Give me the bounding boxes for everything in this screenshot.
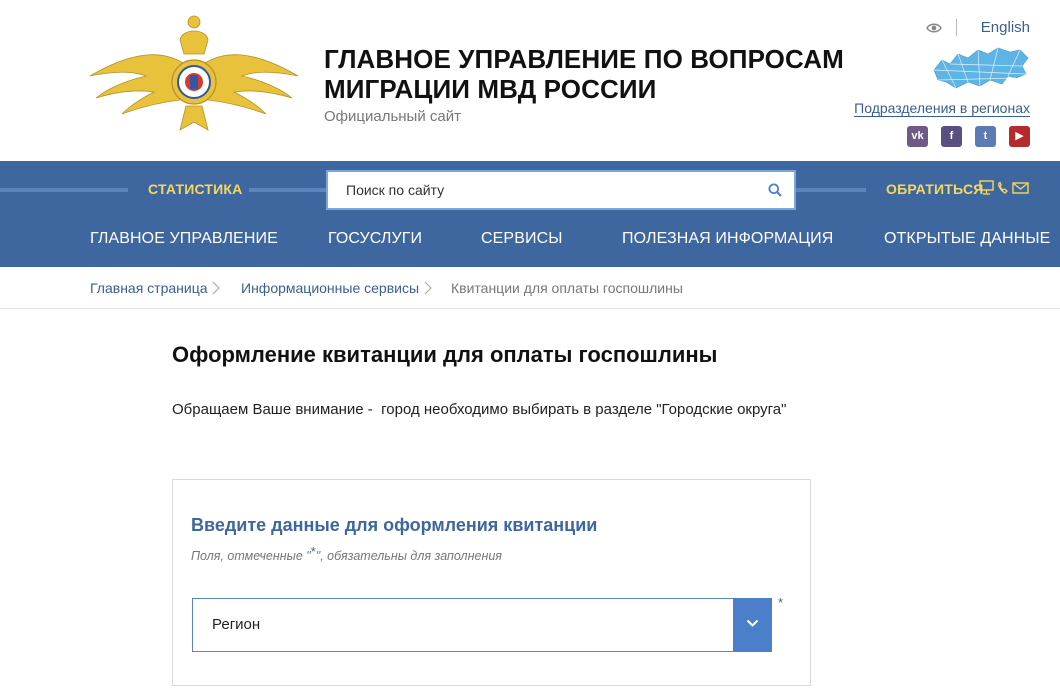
russia-map-icon[interactable] <box>932 46 1030 90</box>
mvd-emblem-icon[interactable] <box>88 10 300 136</box>
menu-item-services[interactable]: СЕРВИСЫ <box>481 230 563 248</box>
nav-divider-left-2 <box>249 188 326 192</box>
chevron-down-icon <box>746 619 759 627</box>
search-input[interactable] <box>328 172 758 208</box>
facebook-icon[interactable]: f <box>941 126 962 147</box>
twitter-icon[interactable]: t <box>975 126 996 147</box>
required-marker: * <box>778 595 784 610</box>
hint-star: * <box>310 544 316 559</box>
search-icon[interactable] <box>768 183 782 197</box>
required-fields-hint: Поля, отмеченные "*", обязательны для за… <box>191 544 502 563</box>
menu-item-public-services[interactable]: ГОСУСЛУГИ <box>328 230 422 248</box>
chevron-right-icon <box>212 281 220 295</box>
contact-channels-icon[interactable] <box>979 180 1031 196</box>
language-divider <box>956 19 957 36</box>
page-title: Оформление квитанции для оплаты госпошли… <box>172 342 718 367</box>
site-search <box>326 170 796 210</box>
receipt-form: Введите данные для оформления квитанции … <box>172 479 811 686</box>
menu-item-open-data[interactable]: ОТКРЫТЫЕ ДАННЫЕ <box>884 230 1050 248</box>
region-select-value: Регион <box>212 616 261 633</box>
menu-item-main-department[interactable]: ГЛАВНОЕ УПРАВЛЕНИЕ <box>90 230 278 248</box>
form-heading: Введите данные для оформления квитанции <box>191 515 598 535</box>
youtube-icon[interactable]: ▶ <box>1009 126 1030 147</box>
header-tools: English Подразделения в регионах vk f t … <box>830 18 1030 158</box>
region-select[interactable]: Регион <box>192 598 772 652</box>
organization-title: ГЛАВНОЕ УПРАВЛЕНИЕ ПО ВОПРОСАМ МИГРАЦИИ … <box>324 44 844 104</box>
hint-text-before: Поля, отмеченные " <box>191 549 311 563</box>
notice-text: Обращаем Ваше внимание - город необходим… <box>172 401 787 418</box>
main-navigation: СТАТИСТИКА ОБРАТИТЬСЯ ГЛАВНОЕ УПРАВЛЕНИЕ… <box>0 161 1060 267</box>
title-line-2: МИГРАЦИИ МВД РОССИИ <box>324 74 657 104</box>
site-header: ГЛАВНОЕ УПРАВЛЕНИЕ ПО ВОПРОСАМ МИГРАЦИИ … <box>0 0 1060 161</box>
region-dropdown-button[interactable] <box>733 598 772 652</box>
main-menu: ГЛАВНОЕ УПРАВЛЕНИЕ ГОСУСЛУГИ СЕРВИСЫ ПОЛ… <box>0 230 1060 252</box>
menu-item-useful-info[interactable]: ПОЛЕЗНАЯ ИНФОРМАЦИЯ <box>622 230 833 248</box>
language-switch-link[interactable]: English <box>981 19 1030 36</box>
breadcrumb-current: Квитанции для оплаты госпошлины <box>451 280 683 296</box>
title-line-1: ГЛАВНОЕ УПРАВЛЕНИЕ ПО ВОПРОСАМ <box>324 44 844 74</box>
chevron-right-icon <box>424 281 432 295</box>
nav-divider-left-1 <box>0 188 128 192</box>
site-subtitle: Официальный сайт <box>324 108 461 125</box>
contact-link[interactable]: ОБРАТИТЬСЯ <box>886 181 984 197</box>
hint-text-after: ", обязательны для заполнения <box>315 549 502 563</box>
eye-icon[interactable] <box>926 22 942 34</box>
vk-icon[interactable]: vk <box>907 126 928 147</box>
social-links: vk f t ▶ <box>907 126 1030 147</box>
nav-divider-right-1 <box>796 188 866 192</box>
regions-link[interactable]: Подразделения в регионах <box>854 100 1030 117</box>
breadcrumb-info-services[interactable]: Информационные сервисы <box>241 280 419 296</box>
breadcrumb: Главная страница Информационные сервисы … <box>0 267 1060 309</box>
breadcrumb-home[interactable]: Главная страница <box>90 280 208 296</box>
statistics-link[interactable]: СТАТИСТИКА <box>148 181 243 197</box>
